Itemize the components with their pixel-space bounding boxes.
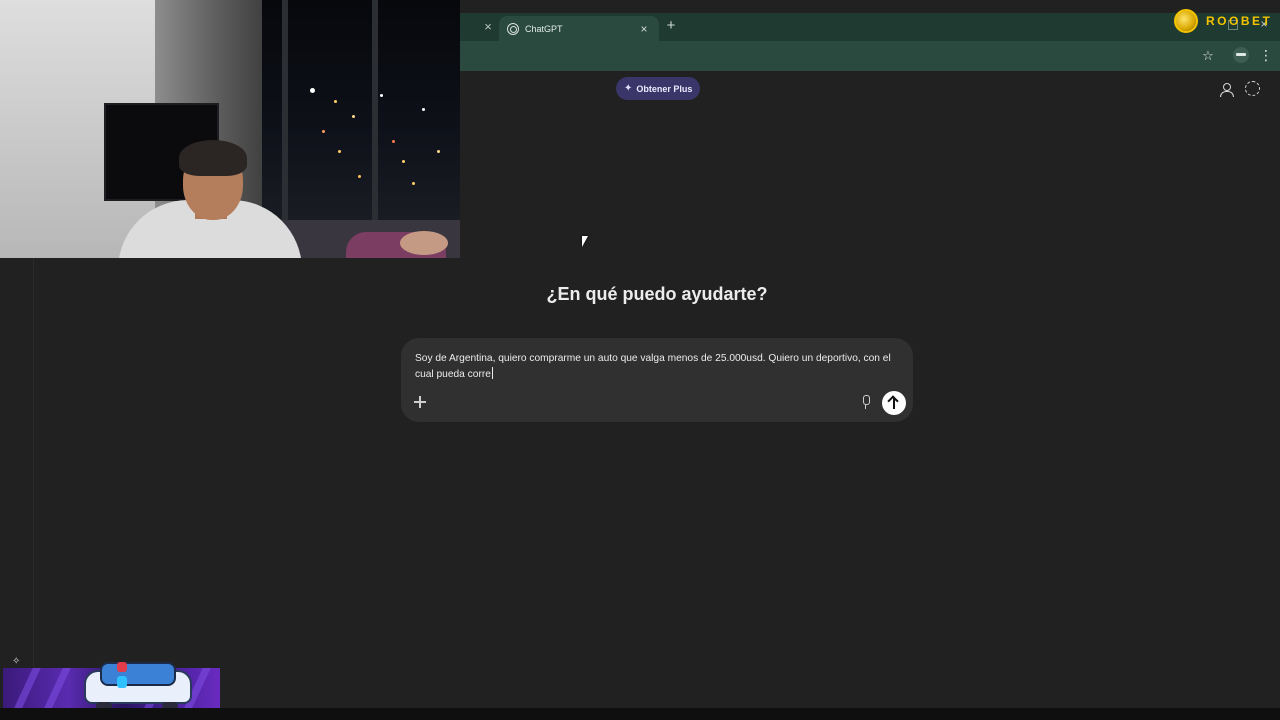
- sparkle-icon: ✦: [624, 83, 633, 94]
- tab-chatgpt[interactable]: ChatGPT ×: [499, 16, 659, 41]
- prompt-input-text: Soy de Argentina, quiero comprarme un au…: [415, 353, 891, 380]
- temporary-chat-icon[interactable]: [1245, 81, 1260, 96]
- get-plus-label: Obtener Plus: [636, 83, 693, 94]
- mouse-cursor-icon: [582, 236, 588, 247]
- sidebar-divider: [33, 258, 34, 708]
- prompt-input[interactable]: Soy de Argentina, quiero comprarme un au…: [415, 351, 905, 383]
- mic-icon[interactable]: [860, 395, 872, 409]
- tab-close-icon[interactable]: ×: [637, 22, 651, 36]
- attach-icon[interactable]: [413, 395, 427, 409]
- extension-icon[interactable]: [1233, 47, 1249, 63]
- chatgpt-favicon-icon: [507, 22, 519, 35]
- brand-logo: ROOBET: [1174, 9, 1272, 33]
- bottom-bar: [0, 708, 1280, 720]
- kebab-menu-icon[interactable]: ⋮: [1259, 47, 1273, 63]
- page-title: ¿En qué puedo ayudarte?: [546, 284, 768, 304]
- sparkle-overlay-icon: ✧: [12, 656, 21, 667]
- user-icon[interactable]: [1218, 81, 1234, 97]
- get-plus-button[interactable]: ✦ Obtener Plus: [616, 77, 701, 100]
- previous-tab-close-icon[interactable]: ×: [480, 19, 496, 35]
- chat-composer[interactable]: Soy de Argentina, quiero comprarme un au…: [401, 338, 913, 422]
- brand-emblem-icon: [1174, 9, 1198, 33]
- brand-logo-text: ROOBET: [1206, 14, 1273, 28]
- tab-title: ChatGPT: [525, 23, 563, 34]
- new-tab-button[interactable]: +: [664, 18, 678, 34]
- address-bar[interactable]: [460, 41, 1280, 71]
- police-car-illustration: [84, 658, 192, 710]
- text-caret: [491, 367, 493, 379]
- star-icon[interactable]: ☆: [1200, 48, 1216, 64]
- webcam-city-window: [262, 0, 460, 220]
- webcam-overlay: [0, 0, 460, 258]
- send-button[interactable]: [882, 391, 906, 415]
